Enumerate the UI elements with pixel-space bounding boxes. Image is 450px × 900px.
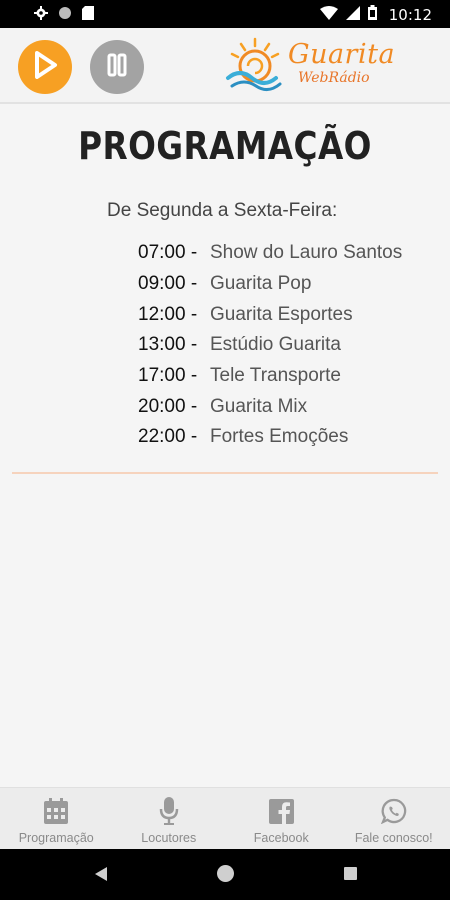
nav-label: Programação bbox=[18, 831, 94, 845]
nav-item-facebook[interactable]: Facebook bbox=[225, 788, 338, 849]
circle-icon bbox=[58, 6, 72, 25]
content-divider bbox=[12, 472, 438, 474]
schedule-heading: De Segunda a Sexta-Feira: bbox=[107, 200, 338, 221]
schedule-time: 17:00 - bbox=[138, 365, 198, 387]
schedule-time: 07:00 - bbox=[138, 242, 198, 264]
sun-wave-logo-icon bbox=[226, 37, 282, 91]
schedule-program: Guarita Mix bbox=[210, 395, 308, 417]
pause-icon bbox=[106, 53, 128, 82]
nav-label: Facebook bbox=[253, 831, 309, 845]
station-logo: Guarita WebRádio bbox=[224, 36, 396, 96]
wifi-icon bbox=[319, 5, 338, 25]
schedule-time: 09:00 - bbox=[138, 273, 198, 295]
logo-title: Guarita bbox=[288, 39, 396, 70]
schedule-program: Fortes Emoções bbox=[210, 426, 349, 448]
schedule-time: 13:00 - bbox=[138, 334, 198, 356]
schedule-row: 07:00 - Show do Lauro Santos bbox=[138, 238, 438, 269]
schedule-program: Guarita Esportes bbox=[210, 303, 353, 325]
app-header: Guarita WebRádio bbox=[0, 28, 450, 104]
calendar-icon bbox=[44, 797, 69, 825]
status-time: 10:12 bbox=[388, 6, 432, 24]
schedule-list: 07:00 - Show do Lauro Santos 09:00 - Gua… bbox=[138, 238, 438, 453]
schedule-row: 09:00 - Guarita Pop bbox=[138, 269, 438, 300]
status-bar: 10:12 bbox=[0, 0, 450, 28]
back-icon[interactable] bbox=[94, 866, 108, 887]
schedule-row: 20:00 - Guarita Mix bbox=[138, 391, 438, 422]
schedule-time: 12:00 - bbox=[138, 303, 198, 325]
nav-item-fale-conosco[interactable]: Fale conosco! bbox=[338, 788, 450, 849]
sd-card-icon bbox=[82, 6, 94, 25]
play-icon bbox=[32, 50, 58, 84]
schedule-row: 22:00 - Fortes Emoções bbox=[138, 422, 438, 453]
schedule-row: 17:00 - Tele Transporte bbox=[138, 361, 438, 392]
schedule-time: 22:00 - bbox=[138, 426, 198, 448]
pause-button[interactable] bbox=[90, 40, 144, 94]
recents-icon[interactable] bbox=[344, 867, 357, 880]
schedule-program: Estúdio Guarita bbox=[210, 334, 341, 356]
nav-item-programacao[interactable]: Programação bbox=[0, 788, 113, 849]
schedule-row: 12:00 - Guarita Esportes bbox=[138, 299, 438, 330]
page-title: PROGRAMAÇÃO bbox=[78, 124, 372, 168]
bottom-nav: Programação Locutores Facebook Fale cono… bbox=[0, 787, 450, 849]
schedule-program: Tele Transporte bbox=[210, 365, 341, 387]
play-button[interactable] bbox=[18, 40, 72, 94]
system-nav-bar bbox=[0, 849, 450, 900]
signal-icon bbox=[345, 5, 360, 25]
nav-label: Locutores bbox=[141, 831, 197, 845]
microphone-icon bbox=[159, 797, 179, 825]
logo-subtitle: WebRádio bbox=[298, 70, 370, 86]
whatsapp-icon bbox=[380, 797, 407, 825]
schedule-program: Show do Lauro Santos bbox=[210, 242, 403, 264]
home-icon[interactable] bbox=[217, 865, 234, 882]
battery-icon bbox=[367, 5, 377, 25]
schedule-row: 13:00 - Estúdio Guarita bbox=[138, 330, 438, 361]
schedule-program: Guarita Pop bbox=[210, 273, 312, 295]
nav-label: Fale conosco! bbox=[354, 831, 433, 845]
facebook-icon bbox=[268, 797, 294, 825]
nav-item-locutores[interactable]: Locutores bbox=[113, 788, 226, 849]
settings-icon bbox=[34, 6, 48, 25]
schedule-time: 20:00 - bbox=[138, 395, 198, 417]
